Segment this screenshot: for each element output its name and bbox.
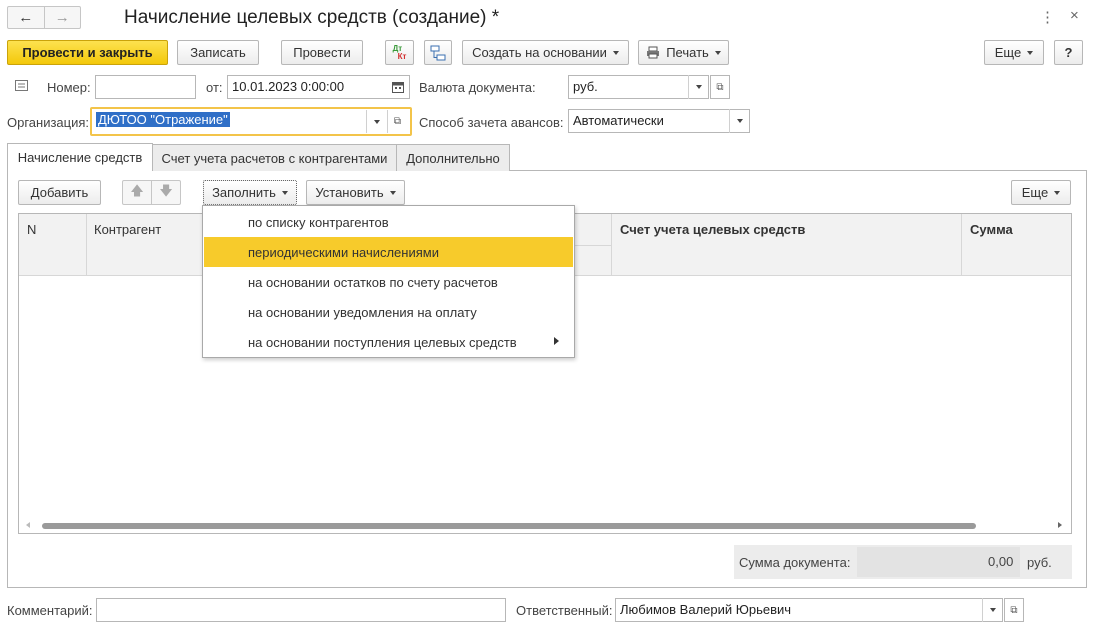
scroll-left-icon[interactable]: [26, 522, 30, 528]
total-value: 0,00: [988, 554, 1014, 569]
set-button[interactable]: Установить: [306, 180, 405, 205]
calendar-button[interactable]: [387, 76, 409, 98]
chevron-down-icon: [612, 50, 619, 55]
move-buttons: 🡅 🡇: [122, 180, 181, 205]
help-button[interactable]: ?: [1054, 40, 1083, 65]
column-header-amount[interactable]: Сумма: [970, 222, 1013, 237]
tab-additional[interactable]: Дополнительно: [396, 144, 510, 171]
back-button[interactable]: ←: [8, 7, 45, 28]
window-title: Начисление целевых средств (создание) *: [124, 7, 500, 28]
advance-method-dropdown-button[interactable]: [729, 109, 749, 133]
arrow-right-icon: →: [54, 9, 70, 26]
document-icon: [15, 79, 28, 91]
organization-label: Организация:: [7, 115, 90, 130]
dt-kt-button[interactable]: Дт Кт: [385, 40, 414, 65]
column-header-counterparty[interactable]: Контрагент: [94, 222, 161, 237]
chevron-down-icon: [736, 119, 743, 123]
forward-button[interactable]: →: [45, 7, 81, 28]
responsible-field[interactable]: Любимов Валерий Юрьевич: [615, 598, 1003, 622]
total-label: Сумма документа:: [739, 555, 851, 570]
post-and-close-button[interactable]: Провести и закрыть: [7, 40, 168, 65]
nav-buttons: ← →: [7, 6, 81, 29]
tab-accruals[interactable]: Начисление средств: [7, 143, 153, 171]
horizontal-scrollbar[interactable]: [19, 519, 1071, 533]
open-icon: ⧉: [1010, 604, 1018, 616]
more-button[interactable]: Еще: [984, 40, 1044, 65]
scroll-right-icon[interactable]: [1058, 522, 1062, 528]
date-field[interactable]: 10.01.2023 0:00:00: [227, 75, 410, 99]
currency-dropdown-button[interactable]: [688, 75, 708, 99]
chevron-down-icon: [695, 85, 702, 89]
calendar-icon: [392, 82, 404, 93]
open-icon: ⧉: [393, 116, 402, 127]
column-header-account[interactable]: Счет учета целевых средств: [620, 222, 805, 237]
chevron-down-icon: [714, 50, 721, 55]
post-button[interactable]: Провести: [281, 40, 363, 65]
fill-button[interactable]: Заполнить: [203, 180, 297, 205]
chevron-down-icon: [1054, 190, 1061, 195]
window-menu-icon[interactable]: ⋮: [1040, 8, 1055, 26]
table-more-button[interactable]: Еще: [1011, 180, 1071, 205]
advance-method-field[interactable]: Автоматически: [568, 109, 750, 133]
number-label: Номер:: [47, 80, 91, 95]
organization-field[interactable]: ДЮТОО "Отражение": [93, 110, 366, 134]
fill-menu-item-by-receipts[interactable]: на основании поступления целевых средств: [204, 327, 573, 357]
create-based-on-button[interactable]: Создать на основании: [462, 40, 629, 65]
responsible-dropdown-button[interactable]: [982, 598, 1002, 622]
structure-button[interactable]: [424, 40, 452, 65]
organization-dropdown-button[interactable]: [366, 110, 386, 133]
fill-menu: по списку контрагентов периодическими на…: [202, 205, 575, 358]
advance-method-label: Способ зачета авансов:: [419, 115, 564, 130]
fill-menu-item-by-counterparties[interactable]: по списку контрагентов: [204, 207, 573, 237]
currency-open-button[interactable]: ⧉: [710, 75, 730, 99]
open-icon: ⧉: [716, 81, 724, 93]
responsible-open-button[interactable]: ⧉: [1004, 598, 1024, 622]
dt-kt-icon: Дт Кт: [392, 43, 407, 61]
comment-label: Комментарий:: [7, 603, 93, 618]
submenu-arrow-icon: [554, 337, 559, 345]
arrow-down-icon: 🡇: [159, 182, 173, 198]
comment-field[interactable]: [96, 598, 506, 622]
chevron-down-icon: [989, 608, 996, 612]
close-icon[interactable]: ×: [1070, 7, 1079, 24]
print-button[interactable]: Печать: [638, 40, 729, 65]
move-down-button[interactable]: 🡇: [152, 181, 180, 204]
arrow-up-icon: 🡅: [130, 182, 144, 198]
date-label: от:: [206, 80, 223, 95]
printer-icon: [647, 46, 660, 59]
add-button[interactable]: Добавить: [18, 180, 101, 205]
number-field[interactable]: [95, 75, 196, 99]
column-header-n[interactable]: N: [27, 222, 36, 237]
chevron-down-icon: [373, 119, 380, 124]
fill-menu-item-by-payment-notice[interactable]: на основании уведомления на оплату: [204, 297, 573, 327]
fill-menu-item-periodic[interactable]: периодическими начислениями: [204, 237, 573, 267]
responsible-label: Ответственный:: [516, 603, 613, 618]
hierarchy-icon: [430, 45, 446, 60]
move-up-button[interactable]: 🡅: [123, 181, 152, 204]
currency-label: Валюта документа:: [419, 80, 536, 95]
chevron-down-icon: [1027, 50, 1034, 55]
tab-settlement-account[interactable]: Счет учета расчетов с контрагентами: [152, 144, 397, 171]
organization-open-button[interactable]: ⧉: [387, 110, 407, 133]
fill-menu-item-by-balances[interactable]: на основании остатков по счету расчетов: [204, 267, 573, 297]
save-button[interactable]: Записать: [177, 40, 259, 65]
arrow-left-icon: ←: [18, 9, 34, 26]
chevron-down-icon: [281, 190, 288, 195]
chevron-down-icon: [389, 190, 396, 195]
scrollbar-thumb[interactable]: [42, 523, 976, 529]
total-currency: руб.: [1027, 555, 1052, 570]
